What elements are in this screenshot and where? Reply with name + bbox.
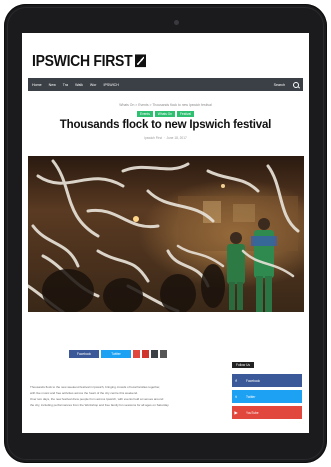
share-email-button[interactable] [151, 350, 158, 358]
share-pinterest-button[interactable] [142, 350, 149, 358]
camera-icon [174, 20, 179, 25]
article-title: Thousands flock to new Ipswich festival [59, 119, 272, 131]
share-bar: Facebook Twitter [69, 350, 167, 358]
twitter-icon: t [235, 394, 237, 399]
share-google-button[interactable] [133, 350, 140, 358]
tag-events[interactable]: Events [137, 111, 153, 117]
nav-item-travel[interactable]: Tra [63, 83, 68, 87]
share-print-button[interactable] [160, 350, 167, 358]
follow-us-heading: Follow Us [232, 362, 254, 368]
facebook-icon: f [235, 378, 237, 383]
social-twitter-link[interactable]: t Twitter [232, 390, 302, 403]
youtube-icon: ▶ [234, 410, 238, 415]
share-facebook-button[interactable]: Facebook [69, 350, 99, 358]
site-logo[interactable]: IPSWICH FIRST [32, 51, 147, 70]
tag-festival[interactable]: Festival [176, 111, 194, 117]
share-twitter-button[interactable]: Twitter [101, 350, 131, 358]
social-youtube-link[interactable]: ▶ YouTube [232, 406, 302, 419]
nav-item-news[interactable]: New [49, 83, 56, 87]
festival-photo [28, 156, 304, 312]
share-twitter-label: Twitter [111, 352, 121, 356]
social-twitter-label: Twitter [246, 394, 256, 399]
tablet-screen: IPSWICH FIRST Home New Tra Walk Wor IPSW… [22, 33, 309, 433]
article-tags: Events Whats On Festival [22, 111, 309, 117]
article-author[interactable]: Ipswich First [144, 136, 162, 140]
excerpt-line: the city, including performances from th… [30, 403, 170, 407]
main-nav: Home New Tra Walk Wor IPSWICH Search [28, 78, 303, 91]
search-icon[interactable] [293, 81, 299, 88]
breadcrumb[interactable]: Whats On > Events > Thousands flock to n… [22, 103, 309, 107]
article-excerpt: Thousands flock to the new weekend festi… [30, 384, 220, 408]
social-facebook-link[interactable]: f Facebook [232, 374, 302, 387]
article-date: June 18, 2017 [166, 136, 187, 140]
social-facebook-label: Facebook [246, 378, 260, 383]
logo-mark-icon [135, 54, 147, 68]
nav-item-work[interactable]: Wor [90, 83, 97, 87]
article-meta: Ipswich First · June 18, 2017 [144, 136, 187, 140]
share-facebook-label: Facebook [77, 352, 91, 356]
sidebar: Follow Us f Facebook t Twitter ▶ YouTube [232, 353, 302, 422]
site-logo-text: IPSWICH FIRST [32, 51, 133, 70]
tag-whats-on[interactable]: Whats On [154, 111, 175, 117]
site-header: IPSWICH FIRST [22, 33, 309, 78]
hero-image [28, 156, 304, 312]
nav-search-label[interactable]: Search [274, 83, 285, 87]
nav-item-ipswich[interactable]: IPSWICH [103, 83, 118, 87]
social-youtube-label: YouTube [246, 410, 259, 415]
nav-item-walk[interactable]: Walk [75, 83, 83, 87]
nav-item-home[interactable]: Home [32, 83, 42, 87]
